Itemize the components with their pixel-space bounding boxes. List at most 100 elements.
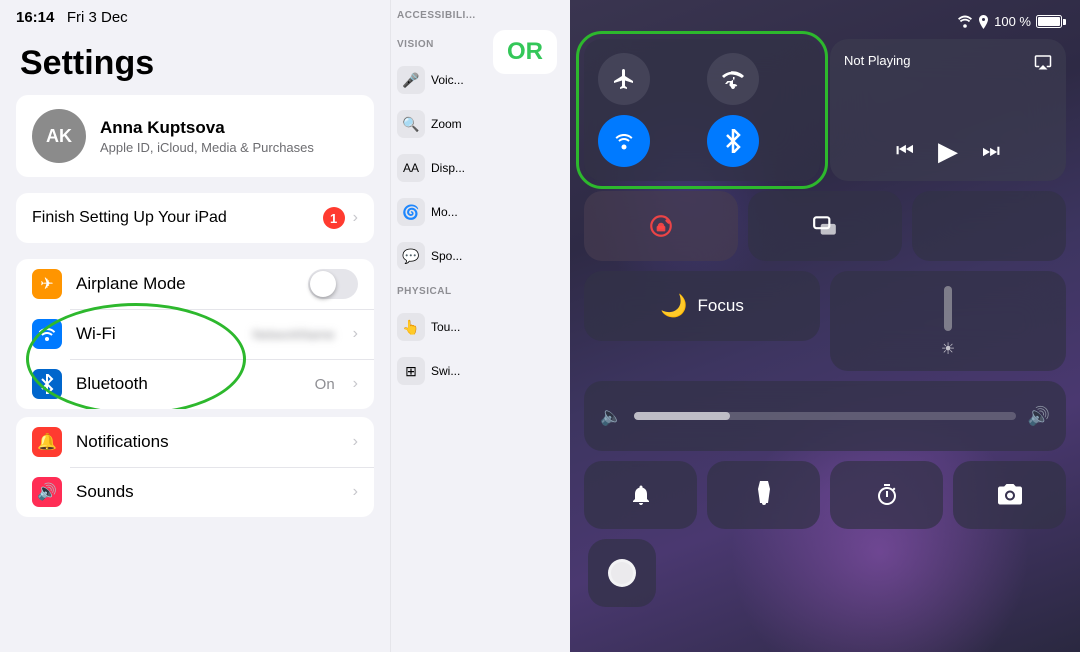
now-playing-title: Not Playing [844,53,910,68]
bluetooth-chevron-icon: › [353,375,358,393]
flashlight-btn[interactable] [707,461,820,529]
wifi-row[interactable]: Wi-Fi NetworkName › [16,309,374,359]
spoken-label: Spo... [431,249,462,263]
cc-wifi-btn[interactable] [598,115,650,167]
wifi-chevron-icon: › [353,325,358,343]
cc-row5 [584,539,1066,607]
touch-icon: 👆 [397,313,425,341]
airplay-icon[interactable] [1034,53,1052,76]
bluetooth-icon [32,369,62,399]
airplane-mode-toggle[interactable] [308,269,358,299]
bluetooth-value: On [315,376,335,393]
cc-battery-text: 100 % [994,14,1031,29]
switch-icon: ⊞ [397,357,425,385]
rewind-btn[interactable]: ⏮ [896,140,914,163]
notifications-icon: 🔔 [32,427,62,457]
bluetooth-row[interactable]: Bluetooth On › [16,359,374,409]
cc-wifi-icon [957,15,973,28]
bluetooth-label: Bluetooth [76,374,301,394]
wifi-label: Wi-Fi [76,324,238,344]
wifi-button-icon [613,132,635,150]
finish-setup-badge: 1 [323,207,345,229]
record-circle-icon [608,559,636,587]
spoken-icon: 💬 [397,242,425,270]
cc-row4 [584,461,1066,529]
alarm-icon [629,483,653,507]
focus-label: Focus [698,296,744,316]
sounds-chevron-icon: › [353,483,358,501]
connectivity-block [584,39,820,181]
status-time: 16:14 [16,9,54,26]
battery-icon [1036,15,1062,28]
accessibility-sidebar: Accessibili... VISION 🎤 Voic... 🔍 Zoom A… [390,0,480,652]
brightness-icon: ☀ [941,339,955,359]
motion-row[interactable]: 🌀 Mo... [391,190,480,234]
now-playing-block: Not Playing ⏮ ▶ ⏭ [830,39,1066,181]
brightness-slider[interactable]: ☀ [830,271,1066,371]
cc-status-bar: 100 % [584,14,1066,29]
finish-setup-right: 1 › [323,207,358,229]
notifications-label: Notifications [76,432,339,452]
user-info: Anna Kuptsova Apple ID, iCloud, Media & … [100,118,314,155]
portrait-lock-btn[interactable] [584,191,738,261]
spoken-row[interactable]: 💬 Spo... [391,234,480,278]
screen-record-btn[interactable] [588,539,656,607]
sounds-icon: 🔊 [32,477,62,507]
airplane-mode-row[interactable]: ✈ Airplane Mode [16,259,374,309]
display-row[interactable]: AA Disp... [391,146,480,190]
volume-fill [634,412,729,420]
finish-setup-label: Finish Setting Up Your iPad [32,209,227,227]
battery-fill [1038,17,1060,26]
settings-title: Settings [0,36,390,95]
sounds-row[interactable]: 🔊 Sounds › [16,467,374,517]
cc-location-icon [978,15,989,29]
vision-label: VISION [391,31,480,58]
switch-row[interactable]: ⊞ Swi... [391,349,480,393]
voiceover-row[interactable]: 🎤 Voic... [391,58,480,102]
airplane-mode-icon: ✈ [32,269,62,299]
placeholder-btn [912,191,1066,261]
user-card[interactable]: AK Anna Kuptsova Apple ID, iCloud, Media… [16,95,374,177]
voiceover-icon: 🎤 [397,66,425,94]
focus-btn[interactable]: 🌙 Focus [584,271,820,341]
alarm-btn[interactable] [584,461,697,529]
or-divider: OR [480,0,570,652]
airplane-icon [612,67,636,91]
finish-setup-banner[interactable]: Finish Setting Up Your iPad 1 › [16,193,374,243]
wifi-icon [32,319,62,349]
now-playing-top: Not Playing [844,53,1052,76]
volume-low-icon: 🔈 [600,406,622,427]
cc-bluetooth-btn[interactable] [707,115,759,167]
fast-forward-btn[interactable]: ⏭ [982,140,1000,163]
notifications-row[interactable]: 🔔 Notifications › [16,417,374,467]
hotspot-icon [721,67,745,91]
settings-group-connectivity: ✈ Airplane Mode Wi-Fi NetworkName › [16,259,374,409]
volume-track [634,412,1015,420]
motion-icon: 🌀 [397,198,425,226]
volume-high-icon: 🔊 [1028,406,1050,427]
hotspot-btn[interactable] [707,53,759,105]
moon-icon: 🌙 [660,293,687,319]
screen-mirror-btn[interactable] [748,191,902,261]
volume-slider-row[interactable]: 🔈 🔊 [584,381,1066,451]
settings-panel: 16:14 Fri 3 Dec Settings AK Anna Kuptsov… [0,0,390,652]
avatar: AK [32,109,86,163]
chevron-right-icon: › [353,209,358,227]
zoom-icon: 🔍 [397,110,425,138]
zoom-row[interactable]: 🔍 Zoom [391,102,480,146]
now-playing-controls: ⏮ ▶ ⏭ [844,136,1052,167]
airplane-mode-label: Airplane Mode [76,274,294,294]
touch-row[interactable]: 👆 Tou... [391,305,480,349]
touch-label: Tou... [431,320,460,334]
play-btn[interactable]: ▶ [938,136,958,167]
airplane-mode-btn[interactable] [598,53,650,105]
motion-label: Mo... [431,205,458,219]
cc-content: 100 % [570,0,1080,617]
user-subtitle: Apple ID, iCloud, Media & Purchases [100,140,314,155]
timer-btn[interactable] [830,461,943,529]
camera-btn[interactable] [953,461,1066,529]
timer-icon [875,483,899,507]
accessibility-label: Accessibili... [391,0,480,31]
camera-icon [997,484,1023,506]
wifi-bluetooth-wrapper: Wi-Fi NetworkName › Bluetooth On › [16,309,374,409]
